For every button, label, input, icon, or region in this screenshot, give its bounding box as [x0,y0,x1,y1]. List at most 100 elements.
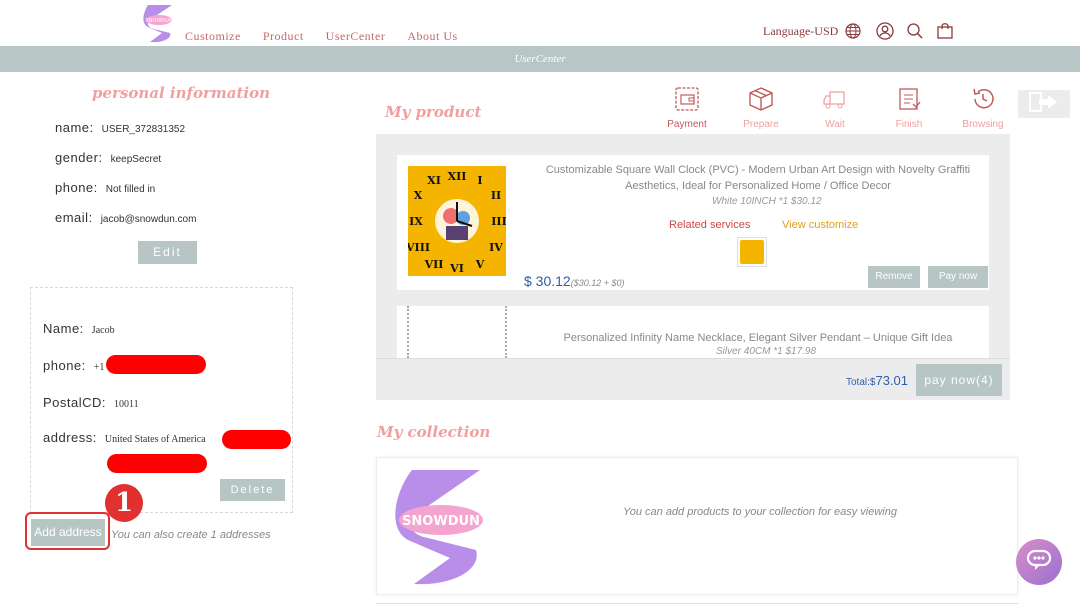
tab-prepare-label: Prepare [743,119,779,130]
chat-icon [1026,549,1052,576]
svg-text:SNOWDUN: SNOWDUN [145,18,172,24]
step-marker: 1 [105,484,143,522]
cart-total-label: Total:$ [846,377,876,388]
nav-usercenter[interactable]: UserCenter [326,29,386,44]
address-street-row: address: United States of America [43,430,206,445]
search-icon[interactable] [906,22,924,40]
svg-text:VII: VII [424,258,444,271]
product-title-clock[interactable]: Customizable Square Wall Clock (PVC) - M… [530,162,986,194]
svg-text:IV: IV [489,241,503,254]
product-thumbnail-clock[interactable]: XII I II III IV V VI VII VIII IX X XI [405,166,507,276]
phone-value: Not filled in [105,184,156,195]
my-collection-title: My collection [377,423,491,441]
gender-row: gender: keepSecret [55,150,161,165]
tab-finish-label: Finish [895,119,923,130]
svg-text:III: III [491,215,506,228]
redaction-address-1 [222,430,291,449]
svg-text:XI: XI [427,174,441,187]
cart-footer [376,358,1010,400]
truck-icon [822,91,848,116]
product-title-clock-line1: Customizable Square Wall Clock (PVC) - M… [545,164,971,176]
redaction-phone [106,355,206,374]
name-row: name: USER_372831352 [55,120,185,135]
snowdun-logo: SNOWDUN [392,466,490,586]
gender-label: gender: [55,150,103,165]
top-navbar: SNOWDUN Customize Product UserCenter Abo… [0,0,1080,46]
globe-icon[interactable] [844,22,862,40]
address-postal-value: 10011 [114,399,139,410]
email-value: jacob@snowdun.com [100,214,197,225]
svg-text:X: X [414,189,423,202]
svg-text:V: V [475,258,485,271]
address-name-row: Name: Jacob [43,321,115,336]
clock-mini-icon [740,240,764,264]
clipboard-icon [896,88,922,116]
collection-hint: You can add products to your collection … [623,506,897,518]
address-phone-value: +1 [93,362,105,373]
my-product-title: My product [385,103,482,121]
address-postal-row: PostalCD: 10011 [43,395,139,410]
view-customize-link[interactable]: View customize [782,219,858,231]
delete-address-button[interactable]: Delete [220,479,285,501]
nav-about-us[interactable]: About Us [407,29,457,44]
address-street-label: address: [43,430,97,445]
logout-button[interactable] [1018,90,1070,118]
item-price-value: $ 30.12 [524,273,571,289]
order-status-tabs: Payment Prepare Wait Finish Browsing [650,86,1020,130]
add-address-button[interactable]: Add address [31,519,105,546]
nav-product[interactable]: Product [263,29,304,44]
svg-text:XII: XII [448,170,467,183]
pay-now-button[interactable]: Pay now [928,266,988,288]
item-price-detail: ($30.12 + $0) [570,278,625,288]
email-label: email: [55,210,93,225]
related-services-link[interactable]: Related services [669,219,750,231]
address-street-value: United States of America [104,434,206,445]
tab-wait-label: Wait [825,119,845,130]
tab-prepare[interactable]: Prepare [724,86,798,130]
pay-all-button[interactable]: pay now(4) [916,364,1002,396]
address-phone-row: phone: +1 [43,358,104,373]
phone-row: phone: Not filled in [55,180,155,195]
main-nav: Customize Product UserCenter About Us [185,29,480,44]
cart-total-value: 73.01 [875,373,909,388]
nav-customize[interactable]: Customize [185,29,241,44]
tab-finish[interactable]: Finish [872,86,946,130]
address-name-value: Jacob [91,325,115,336]
chat-support-button[interactable] [1016,539,1062,585]
address-postal-label: PostalCD: [43,395,107,410]
personal-info-title: personal information [92,84,271,102]
brand-logo[interactable]: SNOWDUN [142,3,176,43]
tab-wait[interactable]: Wait [798,86,872,130]
product-title-clock-line2: Aesthetics, Ideal for Personalized Home … [625,180,891,192]
user-icon[interactable] [876,22,894,40]
page-title: UserCenter [514,53,566,65]
necklace-spec-clip: Silver 40CM *1 $17.98 [397,344,989,358]
history-icon [970,88,996,116]
snowdun-logo-text: SNOWDUN [402,514,480,529]
tab-payment-label: Payment [667,119,707,130]
edit-button[interactable]: Edit [138,241,197,264]
shopping-bag-icon[interactable] [936,22,954,40]
svg-text:VI: VI [449,262,464,275]
svg-text:I: I [477,174,482,187]
address-phone-label: phone: [43,358,86,373]
wallet-icon [674,87,700,116]
box-icon [748,87,774,116]
item-price-clock: $ 30.12($30.12 + $0) [524,273,625,289]
logout-arrow-icon [1029,91,1059,117]
tab-browsing[interactable]: Browsing [946,86,1020,130]
remove-button[interactable]: Remove [868,266,920,288]
svg-text:VIII: VIII [408,241,430,254]
svg-text:IX: IX [409,215,423,228]
product-spec-clock: White 10INCH *1 $30.12 [712,196,822,207]
redaction-address-2 [107,454,207,473]
name-value: USER_372831352 [101,124,186,135]
related-service-thumbnail[interactable] [737,237,767,267]
page-title-band: UserCenter [0,46,1080,72]
bottom-divider [376,603,1018,604]
phone-label: phone: [55,180,98,195]
name-label: name: [55,120,94,135]
email-row: email: jacob@snowdun.com [55,210,196,225]
language-selector[interactable]: Language-USD [763,24,838,39]
tab-payment[interactable]: Payment [650,86,724,130]
